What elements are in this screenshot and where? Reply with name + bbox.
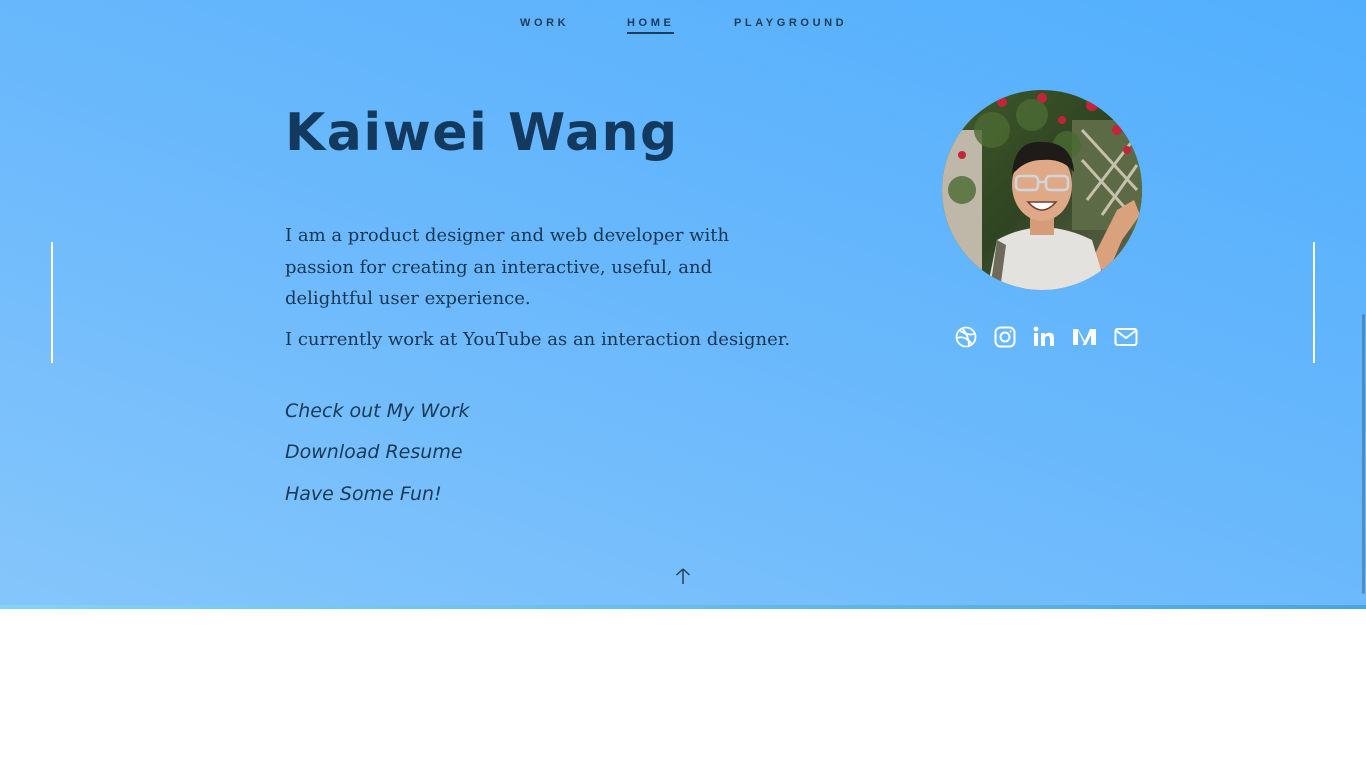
scroll-up-arrow-icon[interactable]: [674, 567, 692, 585]
linkedin-icon[interactable]: [1031, 324, 1057, 350]
content-area: [0, 609, 1366, 762]
hero-section: WORK HOME PLAYGROUND Kaiwei Wang I am a …: [0, 0, 1366, 605]
nav-item-work[interactable]: WORK: [520, 16, 569, 30]
dribbble-icon[interactable]: [953, 324, 979, 350]
avatar-photo: [942, 90, 1142, 290]
right-divider-line: [1313, 242, 1315, 363]
nav-item-playground[interactable]: PLAYGROUND: [734, 16, 847, 30]
instagram-icon[interactable]: [992, 324, 1018, 350]
have-some-fun-link[interactable]: Have Some Fun!: [285, 482, 442, 506]
top-nav: WORK HOME PLAYGROUND: [0, 16, 1366, 40]
bio-paragraph-job: I currently work at YouTube as an intera…: [285, 329, 791, 350]
mail-icon[interactable]: [1113, 324, 1139, 350]
download-resume-link[interactable]: Download Resume: [285, 440, 463, 464]
bio-paragraph-intro: I am a product designer and web develope…: [285, 225, 730, 309]
left-divider-line: [51, 242, 53, 363]
nav-item-home-label: HOME: [627, 17, 675, 29]
check-out-work-link[interactable]: Check out My Work: [285, 399, 470, 423]
medium-icon[interactable]: [1071, 324, 1097, 350]
nav-item-home[interactable]: HOME: [627, 16, 675, 34]
avatar: [942, 90, 1142, 290]
page-title: Kaiwei Wang: [285, 103, 679, 163]
scrollbar-thumb[interactable]: [1362, 314, 1365, 594]
nav-active-underline: [627, 32, 674, 34]
